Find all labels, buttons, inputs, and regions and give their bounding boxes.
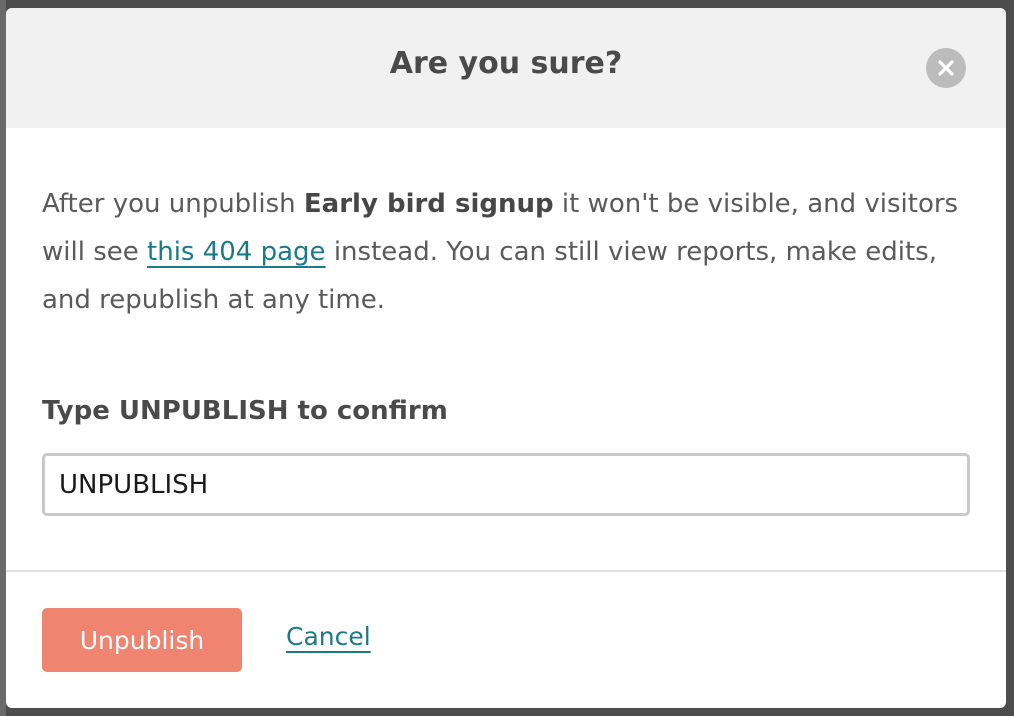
404-page-link[interactable]: this 404 page <box>147 237 326 267</box>
dialog-title: Are you sure? <box>389 46 623 81</box>
unpublish-warning-message: After you unpublish Early bird signup it… <box>42 180 970 324</box>
footer-divider <box>6 570 1006 572</box>
unpublish-confirm-dialog: Are you sure? After you unpublish Early … <box>6 8 1006 708</box>
close-icon <box>938 60 954 76</box>
dialog-body: After you unpublish Early bird signup it… <box>42 180 970 324</box>
confirm-unpublish-input[interactable] <box>42 453 970 516</box>
cancel-link[interactable]: Cancel <box>286 622 371 651</box>
page-name: Early bird signup <box>303 189 554 219</box>
close-button[interactable] <box>926 48 966 88</box>
message-prefix: After you unpublish <box>42 189 304 219</box>
unpublish-button[interactable]: Unpublish <box>42 608 242 672</box>
dialog-header: Are you sure? <box>6 8 1006 128</box>
confirm-label: Type UNPUBLISH to confirm <box>42 396 448 426</box>
